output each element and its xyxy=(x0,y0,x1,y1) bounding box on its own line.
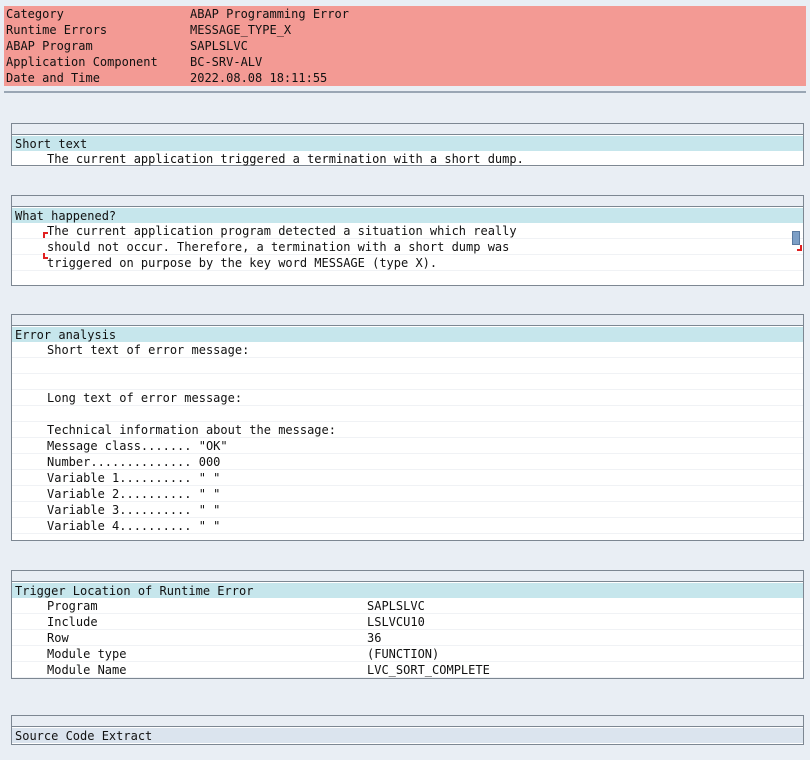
location-value: LSLVCU10 xyxy=(367,615,425,629)
text-line: Variable 3.......... " " xyxy=(12,502,803,518)
header-divider xyxy=(4,91,806,93)
header-value: 2022.08.08 18:11:55 xyxy=(190,71,328,85)
text-line[interactable]: The current application program detected… xyxy=(12,223,803,239)
section-source-code-extract: Source Code Extract xyxy=(11,715,804,745)
location-key: Module Name xyxy=(47,663,127,677)
header-row-category: Category ABAP Programming Error xyxy=(4,6,806,22)
text-line: Number.............. 000 xyxy=(12,454,803,470)
section-title: What happened? xyxy=(12,207,803,223)
header-row-abap-program: ABAP Program SAPLSLVC xyxy=(4,38,806,54)
header-key: Application Component xyxy=(6,55,158,69)
location-row-module-name: Module Name LVC_SORT_COMPLETE xyxy=(12,662,803,678)
text-line[interactable]: should not occur. Therefore, a terminati… xyxy=(12,239,803,255)
section-title: Trigger Location of Runtime Error xyxy=(12,582,803,598)
text-line xyxy=(12,406,803,422)
text-line: The current application triggered a term… xyxy=(12,151,803,167)
header-value: SAPLSLVC xyxy=(190,39,248,53)
location-row-module-type: Module type (FUNCTION) xyxy=(12,646,803,662)
location-key: Program xyxy=(47,599,98,613)
location-value: 36 xyxy=(367,631,382,645)
text-line: Technical information about the message: xyxy=(12,422,803,438)
location-value: (FUNCTION) xyxy=(367,647,440,661)
selection-bracket-bottom-left xyxy=(43,253,48,259)
location-row-row: Row 36 xyxy=(12,630,803,646)
text-line: Variable 4.......... " " xyxy=(12,518,803,534)
location-row-program: Program SAPLSLVC xyxy=(12,598,803,614)
selection-bracket-top-left xyxy=(43,232,48,238)
location-value: SAPLSLVC xyxy=(367,599,425,613)
text-line: Variable 1.......... " " xyxy=(12,470,803,486)
location-value: LVC_SORT_COMPLETE xyxy=(367,663,490,677)
text-line: Long text of error message: xyxy=(12,390,803,406)
location-row-include: Include LSLVCU10 xyxy=(12,614,803,630)
text-line xyxy=(12,358,803,374)
text-line xyxy=(12,374,803,390)
section-title: Source Code Extract xyxy=(12,727,803,743)
header-row-runtime-errors: Runtime Errors MESSAGE_TYPE_X xyxy=(4,22,806,38)
text-line: Message class....... "OK" xyxy=(12,438,803,454)
section-trigger-location: Trigger Location of Runtime Error Progra… xyxy=(11,570,804,679)
header-row-application-component: Application Component BC-SRV-ALV xyxy=(4,54,806,70)
text-line: Short text of error message: xyxy=(12,342,803,358)
section-what-happened: What happened? The current application p… xyxy=(11,195,804,286)
header-key: Runtime Errors xyxy=(6,23,108,37)
header-key: Date and Time xyxy=(6,71,100,85)
text-line: Variable 2.......... " " xyxy=(12,486,803,502)
selection-bracket-right xyxy=(797,245,802,251)
header-value: ABAP Programming Error xyxy=(190,7,349,21)
section-title: Short text xyxy=(12,135,803,151)
header-key: Category xyxy=(6,7,64,21)
header-value: MESSAGE_TYPE_X xyxy=(190,23,292,37)
section-title: Error analysis xyxy=(12,326,803,342)
section-error-analysis: Error analysis Short text of error messa… xyxy=(11,314,804,541)
section-short-text: Short text The current application trigg… xyxy=(11,123,804,167)
text-line[interactable]: triggered on purpose by the key word MES… xyxy=(12,255,803,271)
dump-header: Category ABAP Programming Error Runtime E… xyxy=(4,6,806,86)
header-row-date-time: Date and Time 2022.08.08 18:11:55 xyxy=(4,70,806,86)
location-key: Row xyxy=(47,631,69,645)
location-key: Include xyxy=(47,615,98,629)
location-key: Module type xyxy=(47,647,127,661)
scroll-handle[interactable] xyxy=(792,231,800,245)
header-value: BC-SRV-ALV xyxy=(190,55,263,69)
header-key: ABAP Program xyxy=(6,39,93,53)
